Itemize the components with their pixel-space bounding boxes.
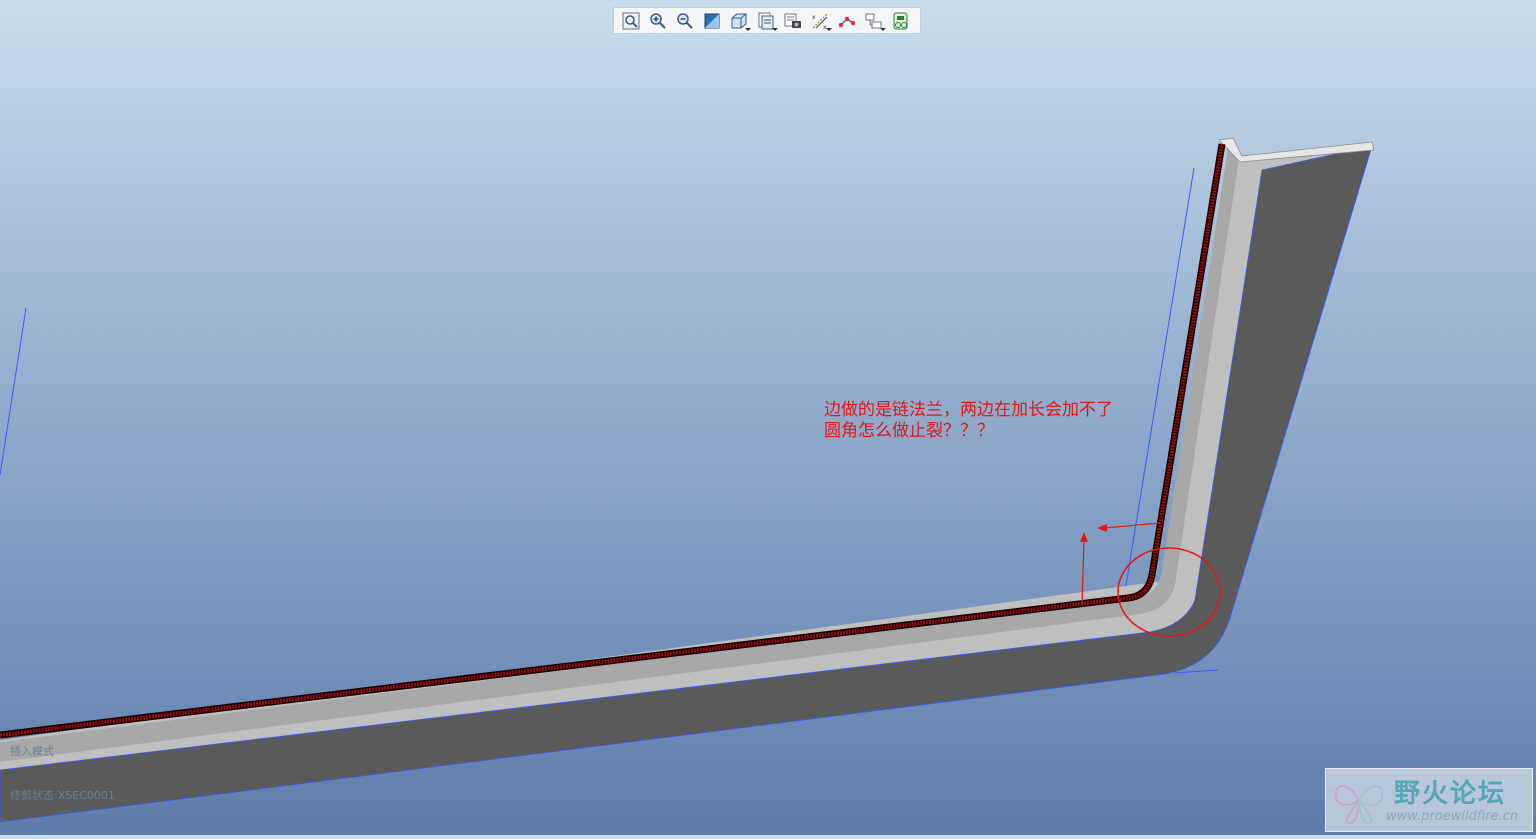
view-manager-button[interactable] <box>780 9 806 32</box>
forum-watermark: 野火论坛 www.proewildfire.cn <box>1325 768 1533 832</box>
datum-display-button[interactable]: xx <box>807 9 833 32</box>
butterfly-logo-icon <box>1334 785 1384 825</box>
spin-center-button[interactable] <box>861 9 887 32</box>
dropdown-arrow-icon <box>880 28 886 31</box>
repaint-button[interactable] <box>699 9 725 32</box>
zoom-fit-icon <box>622 12 640 29</box>
zoom-out-icon <box>677 12 693 29</box>
graphics-viewport[interactable] <box>0 0 1536 835</box>
arrow-up-head <box>1080 532 1088 542</box>
dropdown-arrow-icon <box>826 28 832 31</box>
repaint-icon <box>704 13 720 28</box>
model-canvas <box>0 137 1375 823</box>
arrow-left-line <box>1103 522 1161 529</box>
datum-plane-edge-left <box>0 307 27 476</box>
arrow-left-head <box>1097 524 1107 532</box>
annotation-line-1: 边做的是链法兰，两边在加长会加不了 <box>824 400 1113 420</box>
zoom-in-icon <box>650 12 666 29</box>
watermark-title: 野火论坛 <box>1394 779 1507 809</box>
annotation-note: 边做的是链法兰，两边在加长会加不了 圆角怎么做止裂？？？ <box>824 400 1113 442</box>
view-manager-icon <box>784 13 801 28</box>
saved-views-button[interactable] <box>753 9 779 32</box>
zoom-in-button[interactable] <box>645 9 671 32</box>
display-style-button[interactable] <box>726 9 752 32</box>
annotation-line-2: 圆角怎么做止裂？？？ <box>824 421 994 441</box>
zoom-out-button[interactable] <box>672 9 698 32</box>
dropdown-arrow-icon <box>745 28 751 31</box>
svg-text:x: x <box>812 14 816 21</box>
appearance-gallery-icon <box>893 12 908 29</box>
insert-mode-label: 插入模式 <box>10 745 54 758</box>
dropdown-arrow-icon <box>772 28 778 31</box>
trim-status-label: 修剪状态:XSEC0001 <box>10 789 115 802</box>
appearance-gallery-button[interactable] <box>888 9 914 32</box>
annotation-display-button[interactable] <box>834 9 860 32</box>
zoom-fit-button[interactable] <box>618 9 644 32</box>
datum-plane-edge-corner <box>1174 669 1219 674</box>
watermark-url: www.proewildfire.cn <box>1386 809 1519 824</box>
annotation-display-icon <box>838 16 856 27</box>
part-top-face <box>0 150 1370 770</box>
view-toolbar: xx <box>613 7 921 34</box>
